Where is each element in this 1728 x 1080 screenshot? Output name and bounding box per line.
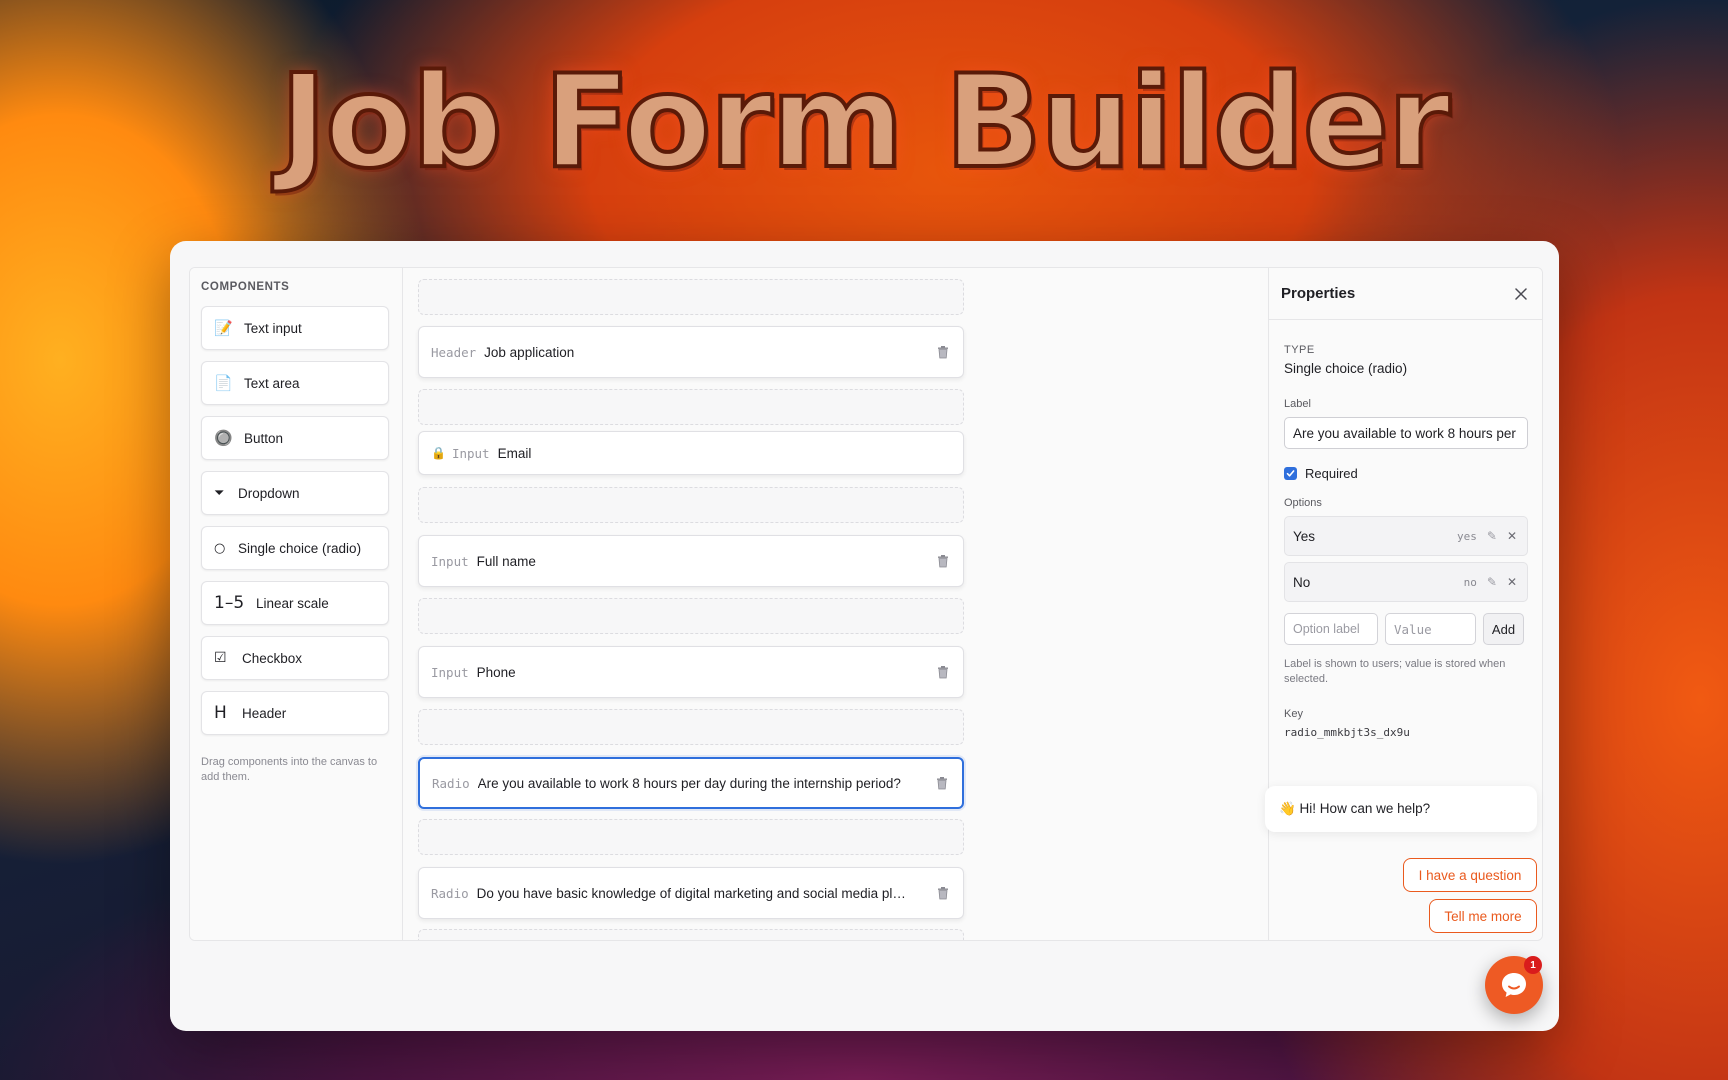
drop-zone[interactable]	[418, 487, 964, 523]
pencil-icon[interactable]: ✎	[1487, 529, 1497, 543]
options-hint: Label is shown to users; value is stored…	[1284, 658, 1506, 685]
drop-zone[interactable]	[418, 929, 964, 940]
trash-icon[interactable]	[935, 553, 951, 569]
field-type: Input	[451, 445, 490, 461]
label-field-label: Label	[1284, 398, 1311, 410]
memo-icon: 📝	[214, 320, 233, 337]
key-label: Key	[1284, 708, 1303, 720]
field-type: Header	[431, 344, 477, 360]
chat-greeting: 👋 Hi! How can we help?	[1265, 786, 1537, 832]
component-header[interactable]: H Header	[201, 691, 389, 735]
component-label: Dropdown	[238, 485, 300, 501]
component-label: Button	[244, 430, 284, 446]
heading-icon: H	[214, 703, 227, 723]
trash-icon[interactable]	[935, 664, 951, 680]
trash-icon[interactable]	[935, 344, 951, 360]
add-option-button[interactable]: Add	[1483, 613, 1524, 645]
component-text-input[interactable]: 📝 Text input	[201, 306, 389, 350]
form-field-card[interactable]: Input Phone	[418, 646, 964, 698]
field-type: Radio	[431, 885, 469, 901]
properties-header: Properties	[1269, 268, 1542, 320]
component-label: Text input	[244, 320, 302, 336]
required-checkbox[interactable]	[1284, 467, 1297, 480]
component-button[interactable]: 🔘 Button	[201, 416, 389, 460]
component-text-area[interactable]: 📄 Text area	[201, 361, 389, 405]
field-label: Phone	[476, 664, 516, 680]
form-field-card[interactable]: 🔒 Input Email	[418, 431, 964, 475]
field-type: Radio	[432, 775, 470, 791]
drop-zone[interactable]	[418, 598, 964, 634]
close-icon[interactable]: ✕	[1507, 575, 1517, 589]
component-dropdown[interactable]: ⏷ Dropdown	[201, 471, 389, 515]
option-row: Yes yes ✎ ✕	[1284, 516, 1528, 556]
field-label: Full name	[476, 553, 536, 569]
component-label: Checkbox	[242, 650, 303, 666]
builder-frame: COMPONENTS 📝 Text input 📄 Text area 🔘 Bu…	[189, 267, 1543, 941]
option-label: Yes	[1293, 528, 1316, 544]
required-row[interactable]: Required	[1284, 466, 1358, 481]
app-window: COMPONENTS 📝 Text input 📄 Text area 🔘 Bu…	[170, 241, 1559, 1031]
component-label: Header	[242, 705, 287, 721]
components-heading: COMPONENTS	[201, 281, 290, 293]
option-label-input[interactable]	[1284, 613, 1378, 645]
chat-notification-badge: 1	[1524, 956, 1542, 974]
field-label: Are you available to work 8 hours per da…	[477, 775, 901, 791]
drop-zone[interactable]	[418, 279, 964, 315]
radio-button-icon: 🔘	[214, 430, 233, 447]
close-icon[interactable]: ✕	[1507, 529, 1517, 543]
page-icon: 📄	[214, 375, 233, 392]
option-value: no	[1463, 575, 1477, 589]
option-value: yes	[1457, 529, 1477, 543]
add-option-row: Add	[1284, 613, 1524, 645]
component-single-choice[interactable]: ○ Single choice (radio)	[201, 526, 389, 570]
field-type: Input	[431, 553, 469, 569]
form-canvas: Header Job application 🔒 Input Email Inp…	[402, 268, 1268, 940]
chat-tell-more-button[interactable]: Tell me more	[1429, 899, 1537, 933]
sidebar-hint: Drag components into the canvas to add t…	[201, 756, 378, 783]
field-label: Email	[497, 445, 532, 461]
hero-title: Job Form Builder	[278, 46, 1453, 199]
checkbox-icon: ☑	[214, 650, 227, 666]
form-field-card[interactable]: Header Job application	[418, 326, 964, 378]
form-field-card[interactable]: Input Full name	[418, 535, 964, 587]
field-label: Do you have basic knowledge of digital m…	[476, 885, 906, 901]
chat-question-button[interactable]: I have a question	[1403, 858, 1537, 892]
required-label: Required	[1305, 466, 1358, 481]
lock-icon: 🔒	[431, 446, 446, 460]
caret-down-icon: ⏷	[214, 485, 225, 501]
type-label: TYPE	[1284, 344, 1315, 356]
label-input[interactable]	[1284, 417, 1528, 449]
type-value: Single choice (radio)	[1284, 361, 1408, 376]
drop-zone[interactable]	[418, 389, 964, 425]
options-label: Options	[1284, 497, 1322, 509]
trash-icon[interactable]	[935, 885, 951, 901]
component-label: Text area	[244, 375, 300, 391]
scale-icon: 1–5	[214, 593, 245, 613]
components-list: 📝 Text input 📄 Text area 🔘 Button ⏷ Drop…	[201, 306, 389, 746]
pencil-icon[interactable]: ✎	[1487, 575, 1497, 589]
drop-zone[interactable]	[418, 709, 964, 745]
option-value-input[interactable]	[1385, 613, 1476, 645]
field-label: Job application	[484, 344, 575, 360]
option-row: No no ✎ ✕	[1284, 562, 1528, 602]
form-field-card-selected[interactable]: Radio Are you available to work 8 hours …	[418, 757, 964, 809]
trash-icon[interactable]	[934, 775, 950, 791]
form-field-card[interactable]: Radio Do you have basic knowledge of dig…	[418, 867, 964, 919]
component-label: Single choice (radio)	[238, 540, 362, 556]
option-label: No	[1293, 574, 1311, 590]
components-sidebar: COMPONENTS 📝 Text input 📄 Text area 🔘 Bu…	[190, 268, 403, 940]
field-type: Input	[431, 664, 469, 680]
properties-title: Properties	[1281, 285, 1356, 302]
close-icon[interactable]	[1511, 284, 1531, 304]
properties-panel: Properties TYPE Single choice (radio) La…	[1268, 268, 1542, 940]
component-linear-scale[interactable]: 1–5 Linear scale	[201, 581, 389, 625]
circle-icon: ○	[214, 540, 226, 556]
drop-zone[interactable]	[418, 819, 964, 855]
component-label: Linear scale	[256, 595, 329, 611]
chat-bubble-icon	[1502, 973, 1526, 997]
key-value: radio_mmkbjt3s_dx9u	[1284, 726, 1410, 739]
component-checkbox[interactable]: ☑ Checkbox	[201, 636, 389, 680]
